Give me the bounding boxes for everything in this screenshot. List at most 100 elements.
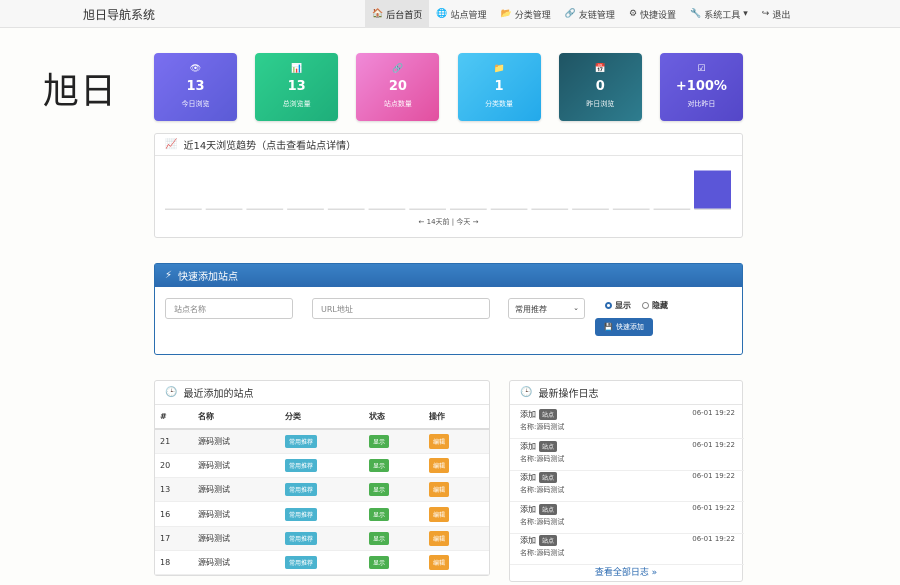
row-name: 源码测试 <box>193 526 280 551</box>
log-time: 06-01 19:22 <box>692 409 735 417</box>
quick-add-button-label: 快速添加 <box>615 323 644 331</box>
stat-cards: 👁 13 今日浏览 📊 13 总浏览量 🔗 20 站点数量 📁 1 分类数量 📅 0 昨日浏览 ☑ +100% 对… <box>154 53 743 121</box>
row-name: 源码测试 <box>193 501 280 527</box>
nav-item-4[interactable]: ⚙ 快捷设置 <box>622 0 683 28</box>
row-id: 18 <box>155 550 193 576</box>
logout-icon: ↪ <box>761 9 770 19</box>
col-id: # <box>155 405 193 430</box>
gear-icon: ⚙ <box>628 9 638 19</box>
nav-item-3[interactable]: 🔗 友链管理 <box>558 0 622 28</box>
log-action: 添加 <box>520 441 536 451</box>
log-type-badge: 站点 <box>539 440 558 452</box>
row-action-cell: 编辑 <box>424 501 489 527</box>
brand-title[interactable]: 旭日导航系统 <box>83 6 155 23</box>
recent-sites-panel: 🕒 最近添加的站点 # 名称 分类 状态 操作 21 源码测试 常用推荐 显示 编辑 20… <box>154 380 490 576</box>
site-logo: 旭日 <box>43 71 118 112</box>
stat-label: 今日浏览 <box>181 100 210 108</box>
edit-button[interactable]: 编辑 <box>429 457 450 473</box>
quick-add-header: ⚡ 快速添加站点 <box>155 264 742 287</box>
stat-card-1: 📊 13 总浏览量 <box>255 53 339 121</box>
trend-panel: 📈 近14天浏览趋势（点击查看站点详情） ← 14天前 | 今天 → <box>154 133 743 238</box>
link-icon: 🔗 <box>392 64 404 74</box>
trend-baseline-13 <box>694 208 731 210</box>
trend-baseline-9 <box>531 208 569 210</box>
log-name: 名称:源码测试 <box>520 486 565 494</box>
log-type-badge: 站点 <box>539 535 558 546</box>
nav-item-5[interactable]: 🔧 系统工具 ▾ <box>683 0 755 28</box>
row-status-cell: 显示 <box>364 550 424 576</box>
recent-sites-table: # 名称 分类 状态 操作 21 源码测试 常用推荐 显示 编辑 20 源码测试 常用推荐 显示… <box>155 405 489 576</box>
stat-label: 站点数量 <box>383 100 412 108</box>
table-row: 16 源码测试 常用推荐 显示 编辑 <box>155 501 489 527</box>
radio-hide[interactable]: 隐藏 <box>642 300 668 311</box>
row-action-cell: 编辑 <box>424 477 489 503</box>
col-category: 分类 <box>280 405 364 430</box>
nav-item-label: 系统工具 <box>704 10 741 21</box>
nav-item-2[interactable]: 📂 分类管理 <box>493 0 557 28</box>
calendar-icon: 📅 <box>594 64 606 74</box>
nav-item-1[interactable]: 🌐 站点管理 <box>429 0 493 28</box>
log-action: 添加 <box>520 504 536 514</box>
recent-sites-title: 最近添加的站点 <box>183 389 254 400</box>
row-name: 源码测试 <box>193 477 280 503</box>
row-category-cell: 常用推荐 <box>280 453 364 479</box>
radio-show[interactable]: 显示 <box>605 300 631 311</box>
category-badge: 常用推荐 <box>285 531 318 545</box>
radio-unchecked-icon <box>642 302 649 309</box>
stat-value: 13 <box>287 79 306 94</box>
nav-item-6[interactable]: ↪ 退出 <box>755 0 798 28</box>
stat-card-3: 📁 1 分类数量 <box>457 53 541 121</box>
trend-baseline-3 <box>287 208 324 210</box>
wrench-icon: 🔧 <box>690 9 702 19</box>
lightning-icon: ⚡ <box>165 270 173 281</box>
logs-panel: 🕒 最新操作日志 添加 站点 名称:源码测试 06-01 19:22 添加 站点 名称:源码… <box>509 380 744 582</box>
site-name-input[interactable]: 站点名称 <box>165 298 293 319</box>
trend-baseline-5 <box>368 208 406 210</box>
nav-item-label: 站点管理 <box>450 10 487 21</box>
edit-button[interactable]: 编辑 <box>429 530 450 546</box>
row-id: 16 <box>155 501 193 527</box>
trend-chart <box>165 170 731 210</box>
row-id: 21 <box>155 429 193 454</box>
nav-item-label: 退出 <box>772 10 791 21</box>
trend-baseline-4 <box>327 208 365 210</box>
trend-baseline-1 <box>205 208 243 210</box>
row-action-cell: 编辑 <box>424 429 489 454</box>
chevron-down-icon: ⌄ <box>573 304 579 312</box>
table-row: 21 源码测试 常用推荐 显示 编辑 <box>155 429 489 454</box>
log-time: 06-01 19:22 <box>692 440 735 449</box>
trend-baseline-12 <box>653 208 691 210</box>
divider <box>510 532 744 534</box>
trend-baseline-7 <box>450 208 487 210</box>
table-row: 17 源码测试 常用推荐 显示 编辑 <box>155 526 489 551</box>
stat-value: 1 <box>494 79 504 94</box>
stat-value: +100% <box>675 79 727 94</box>
stat-card-2: 🔗 20 站点数量 <box>356 53 440 121</box>
view-all-logs-link[interactable]: 查看全部日志 » <box>510 565 742 578</box>
table-row: 20 源码测试 常用推荐 显示 编辑 <box>155 453 489 479</box>
edit-button[interactable]: 编辑 <box>429 433 450 449</box>
nav-item-label: 友链管理 <box>578 10 615 21</box>
row-name: 源码测试 <box>193 550 280 576</box>
bar-chart-icon: 📊 <box>291 64 303 74</box>
table-header-row: # 名称 分类 状态 操作 <box>155 405 489 430</box>
nav-item-0[interactable]: 🏠 后台首页 <box>365 0 430 28</box>
stat-label: 总浏览量 <box>282 100 311 108</box>
row-status-cell: 显示 <box>364 477 424 503</box>
logs-header: 🕒 最新操作日志 <box>510 381 742 405</box>
edit-button[interactable]: 编辑 <box>429 555 450 571</box>
stat-value: 0 <box>595 79 605 94</box>
edit-button[interactable]: 编辑 <box>429 482 450 498</box>
logs-title: 最新操作日志 <box>538 389 599 400</box>
url-input[interactable]: URL地址 <box>312 298 490 319</box>
category-badge: 常用推荐 <box>285 434 318 448</box>
trend-bar-13[interactable] <box>694 170 731 209</box>
col-name: 名称 <box>193 405 280 430</box>
radio-checked-icon <box>605 302 612 309</box>
category-select[interactable]: 常用推荐 ⌄ <box>508 298 585 319</box>
edit-button[interactable]: 编辑 <box>429 506 450 522</box>
folder-icon: 📂 <box>500 9 512 19</box>
quick-add-button[interactable]: 💾 快速添加 <box>595 318 653 336</box>
stat-card-4: 📅 0 昨日浏览 <box>558 53 642 121</box>
status-badge: 显示 <box>369 556 390 570</box>
